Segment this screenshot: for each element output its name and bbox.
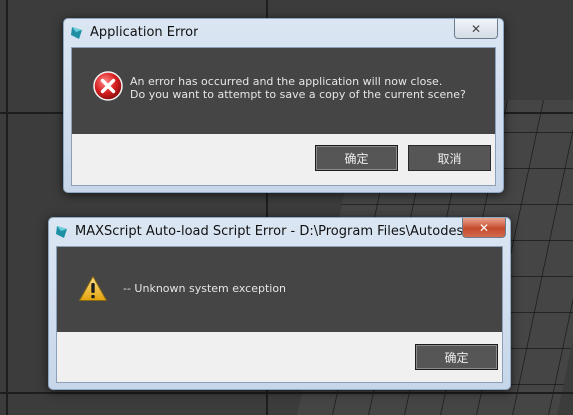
- button-area: 确定 取消: [72, 134, 495, 185]
- maxscript-error-dialog: MAXScript Auto-load Script Error - D:\Pr…: [48, 217, 511, 390]
- application-error-dialog: Application Error ✕ An error has occurre…: [63, 18, 504, 193]
- dialog-title: Application Error: [90, 25, 199, 40]
- close-icon: ✕: [478, 220, 490, 235]
- message-area: An error has occurred and the applicatio…: [72, 48, 495, 134]
- button-area: 确定: [57, 332, 502, 382]
- dialog-titlebar[interactable]: MAXScript Auto-load Script Error - D:\Pr…: [49, 218, 510, 246]
- 3dsmax-app-icon: [71, 27, 82, 39]
- dialog-client: -- Unknown system exception 确定: [56, 246, 503, 383]
- message-area: -- Unknown system exception: [57, 247, 502, 332]
- ok-button[interactable]: 确定: [315, 145, 398, 171]
- dialog-titlebar[interactable]: Application Error ✕: [64, 19, 503, 47]
- error-message-line-1: An error has occurred and the applicatio…: [130, 75, 443, 88]
- dialog-title: MAXScript Auto-load Script Error - D:\Pr…: [75, 224, 465, 239]
- warning-icon: [79, 276, 107, 301]
- close-icon: ✕: [470, 21, 482, 36]
- error-message-line-2: Do you want to attempt to save a copy of…: [130, 88, 466, 101]
- viewport-divider: [0, 392, 573, 394]
- 3dsmax-app-icon: [56, 226, 67, 238]
- ok-button[interactable]: 确定: [415, 344, 498, 370]
- close-button[interactable]: ✕: [454, 19, 498, 39]
- close-button[interactable]: ✕: [462, 218, 506, 238]
- exception-message: -- Unknown system exception: [123, 282, 287, 295]
- cancel-button[interactable]: 取消: [408, 145, 491, 171]
- dialog-client: An error has occurred and the applicatio…: [71, 47, 496, 186]
- viewport-divider: [6, 0, 8, 415]
- error-icon: [93, 71, 123, 101]
